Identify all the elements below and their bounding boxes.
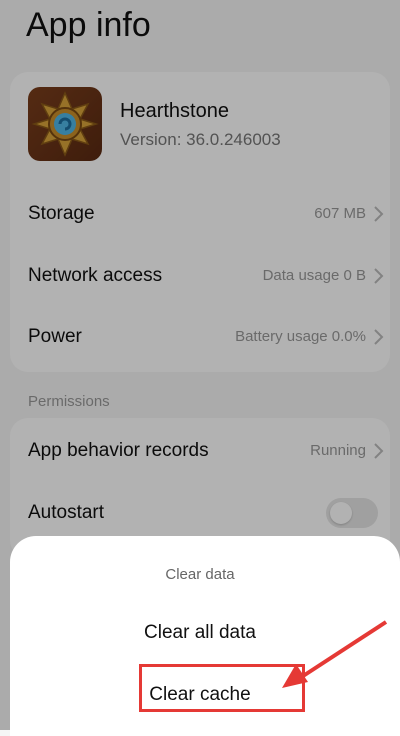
clear-all-data-button[interactable]: Clear all data: [0, 622, 400, 644]
highlight-box: [139, 664, 305, 712]
sheet-title: Clear data: [165, 566, 235, 583]
